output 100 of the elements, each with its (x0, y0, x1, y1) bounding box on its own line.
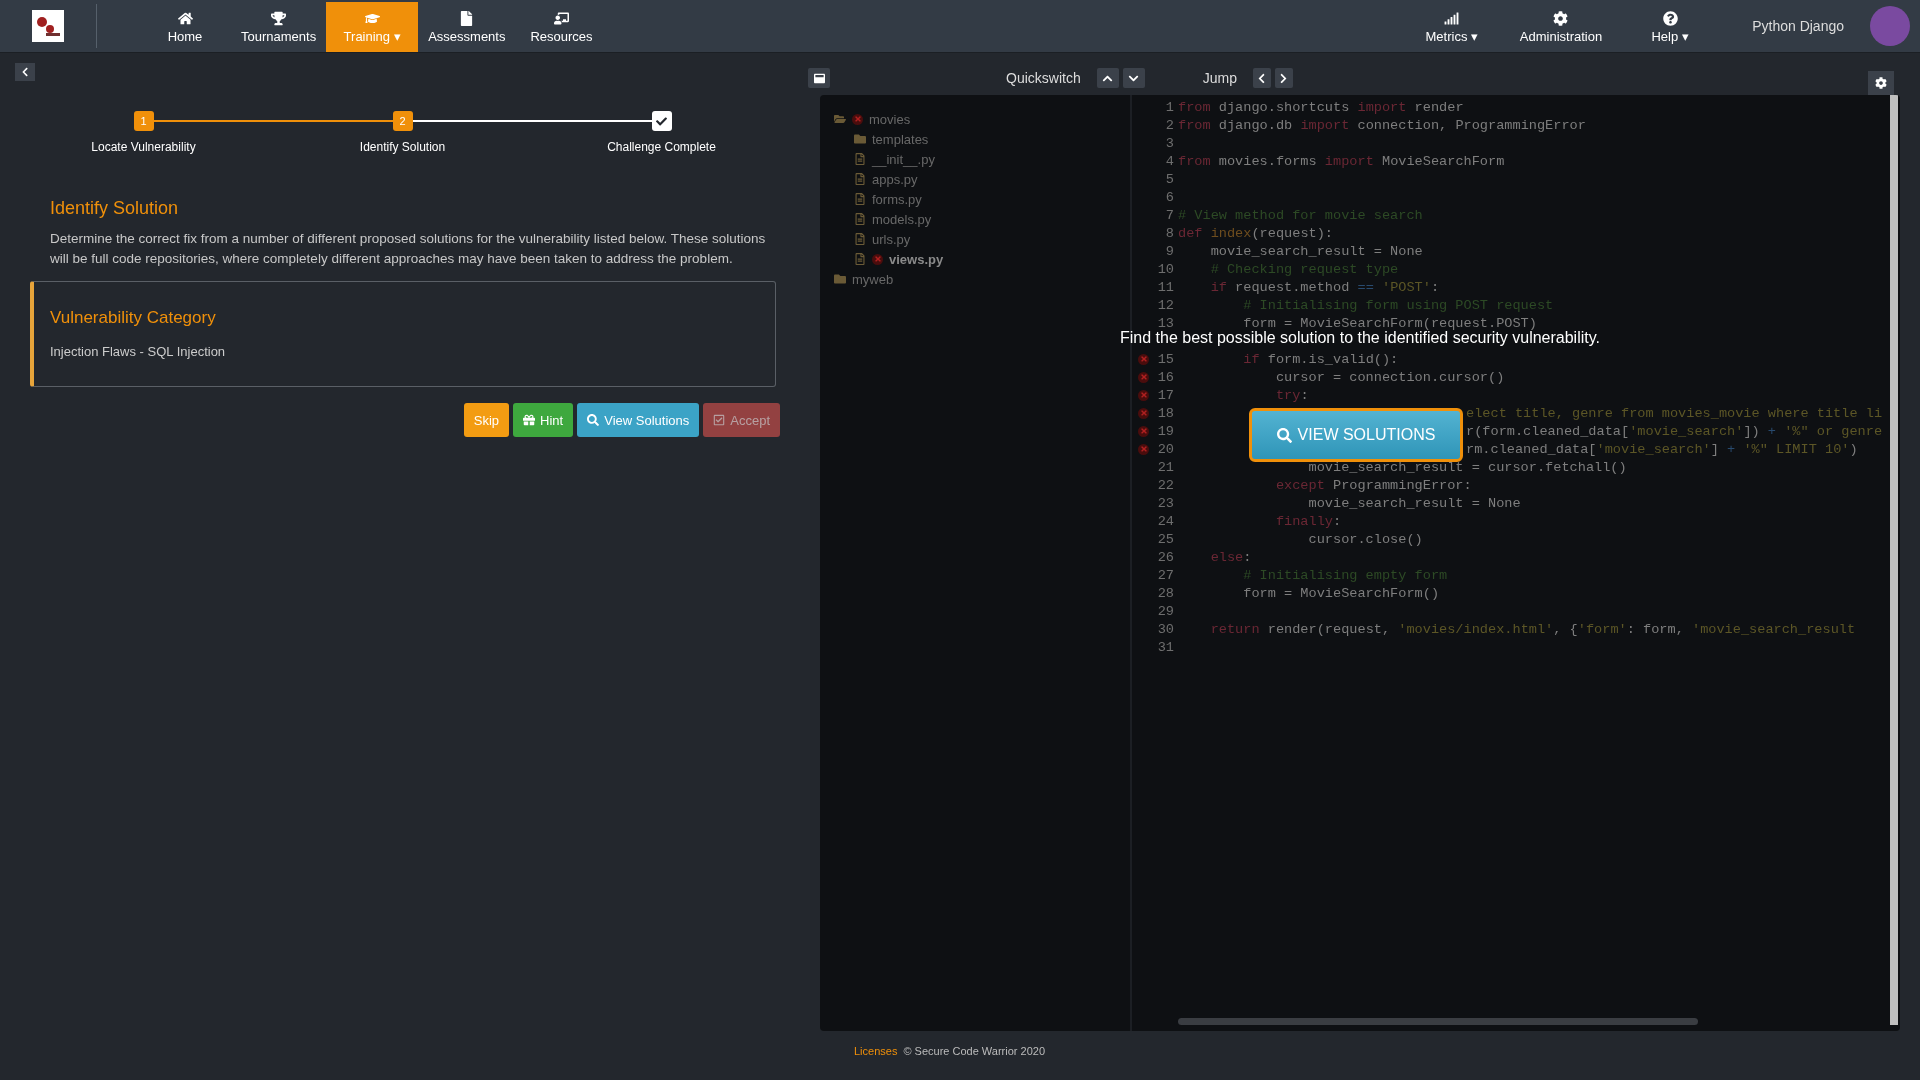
code-line: cursor = connection.cursor() (1274, 369, 1505, 385)
code-line: def index(request): (1178, 225, 1333, 241)
back-button[interactable] (15, 63, 35, 81)
file-icon (854, 153, 866, 165)
document-icon (459, 10, 475, 26)
window-icon (813, 72, 825, 84)
nav-item[interactable]: Tournaments (231, 2, 327, 52)
line-number: 22 (1157, 477, 1174, 493)
code-line: # View method for movie search (1178, 207, 1423, 223)
code-line: movie_search_result = None (1209, 243, 1423, 259)
code-line: from django.db import connection, ProgrammingError (1178, 117, 1586, 133)
file-tree-item[interactable]: views.py (889, 251, 944, 267)
code-line: movie_search_result = None (1307, 495, 1521, 511)
presentation-icon (553, 10, 569, 26)
file-tree-item[interactable]: models.py (872, 211, 932, 227)
code-line: if request.method == 'POST': (1209, 279, 1440, 295)
line-number: 26 (1157, 549, 1174, 565)
line-number: 12 (1157, 297, 1174, 313)
code-line: from movies.forms import MovieSearchForm (1178, 153, 1505, 169)
file-icon (854, 253, 866, 265)
line-number: 11 (1157, 279, 1174, 295)
line-number: 29 (1157, 603, 1174, 619)
line-number: 18 (1157, 405, 1174, 421)
code-line: cursor.close() (1307, 531, 1423, 547)
skip-button[interactable]: Skip (463, 403, 510, 437)
horizontal-scrollbar[interactable] (1178, 1018, 1698, 1025)
search-icon (587, 414, 600, 426)
file-tree-item[interactable]: myweb (852, 271, 894, 287)
file-tree-item[interactable]: __init__.py (872, 151, 935, 167)
line-number: 25 (1157, 531, 1174, 547)
line-number: 3 (1165, 135, 1174, 151)
line-number: 9 (1165, 243, 1174, 259)
line-number: 6 (1165, 189, 1174, 205)
code-line: if form.is_valid(): (1242, 351, 1399, 367)
nav-item[interactable]: Resources (515, 2, 608, 52)
previous-button[interactable] (1252, 68, 1271, 88)
file-tree-item[interactable]: forms.py (872, 191, 922, 207)
line-number: 13 (1157, 315, 1174, 331)
line-number: 23 (1157, 495, 1174, 511)
licenses-link[interactable]: Licenses (854, 1045, 898, 1057)
nav-item[interactable]: Assessments (418, 2, 516, 52)
nav-item[interactable]: Metrics ▾ (1399, 2, 1504, 52)
nav-item[interactable]: Home (139, 2, 231, 52)
line-number: 16 (1157, 369, 1174, 385)
line-number: 21 (1157, 459, 1174, 475)
up-button[interactable] (1096, 68, 1119, 88)
hint-button[interactable]: Hint (513, 403, 574, 437)
step-marker: 1 (133, 111, 154, 131)
check-icon (656, 115, 667, 127)
nav-item[interactable]: Administration (1503, 2, 1619, 52)
next-button[interactable] (1274, 68, 1293, 88)
help-icon (1662, 10, 1678, 26)
code-line: elect title, genre from movies_movie where title li (1466, 405, 1883, 421)
quickswitch-label: Quickswitch (1006, 70, 1081, 86)
search-icon (1276, 427, 1292, 443)
file-tree-item[interactable]: templates (872, 131, 929, 147)
file-tree-item[interactable]: apps.py (872, 171, 918, 187)
line-number: 10 (1157, 261, 1174, 277)
chevron-left-icon (20, 67, 30, 77)
line-number: 4 (1165, 153, 1174, 169)
trophy-icon (271, 10, 287, 26)
line-number: 20 (1157, 441, 1174, 457)
code-line: # Initialising form using POST request (1242, 297, 1554, 313)
code-line: from django.shortcuts import render (1178, 99, 1464, 115)
step-label: Locate Vulnerability (91, 140, 196, 154)
file-tree-item[interactable]: urls.py (872, 231, 911, 247)
jump-label: Jump (1202, 70, 1237, 86)
down-button[interactable] (1122, 68, 1145, 88)
file-tree-item[interactable]: movies (869, 111, 911, 127)
line-number: 28 (1157, 585, 1174, 601)
nav-item[interactable]: Help ▾ (1618, 2, 1723, 52)
settings-button[interactable] (1868, 71, 1894, 95)
code-line: # Checking request type (1209, 261, 1399, 277)
code-line: else: (1209, 549, 1252, 565)
step-marker: 2 (392, 111, 413, 131)
file-icon (854, 193, 866, 205)
line-number: 8 (1165, 225, 1174, 241)
line-number: 7 (1165, 207, 1174, 223)
vertical-scrollbar[interactable] (1890, 95, 1898, 1025)
user-name[interactable]: Python Django (1752, 18, 1844, 34)
line-number: 15 (1157, 351, 1174, 367)
line-number: 17 (1157, 387, 1174, 403)
gift-icon (523, 414, 536, 426)
window-toggle-button[interactable] (808, 68, 830, 88)
section-title: Identify Solution (50, 198, 180, 219)
code-line: form = MovieSearchForm() (1242, 585, 1440, 601)
step-label: Challenge Complete (607, 140, 716, 154)
category-value: Injection Flaws - SQL Injection (50, 344, 226, 359)
copyright-text: © Secure Code Warrior 2020 (903, 1045, 1045, 1057)
view-button[interactable]: View Solutions (577, 403, 700, 437)
settings-icon (1875, 77, 1887, 89)
line-number: 1 (1165, 99, 1174, 115)
logo-icon[interactable] (32, 10, 64, 42)
line-number: 31 (1157, 639, 1174, 655)
bar-chart-icon (1444, 10, 1460, 26)
card-title: Vulnerability Category (50, 308, 217, 328)
nav-item[interactable]: Training ▾ (326, 2, 419, 52)
home-icon (177, 10, 193, 26)
code-line: try: (1274, 387, 1309, 403)
view-solutions-button[interactable]: VIEW SOLUTIONS (1249, 408, 1463, 462)
